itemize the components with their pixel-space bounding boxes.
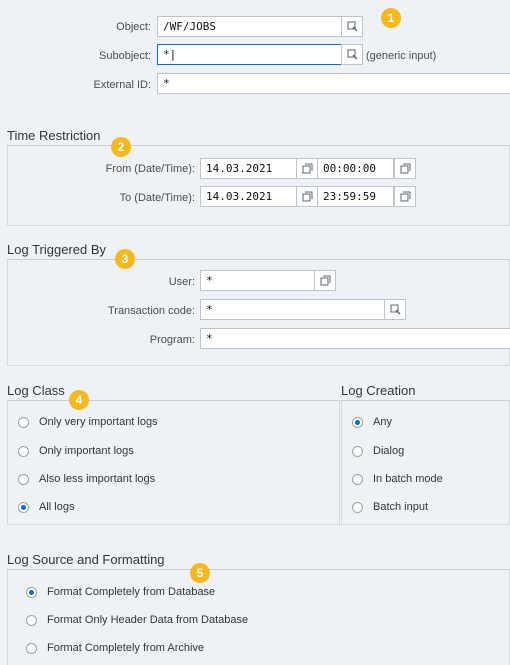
radio-button-selected — [26, 586, 37, 598]
radio-button — [26, 614, 37, 626]
radio-label: Only very important logs — [39, 416, 158, 428]
radio-button — [352, 501, 363, 513]
radio-label: In batch mode — [373, 473, 443, 485]
log-source-option-complete-db[interactable]: Format Completely from Database — [26, 586, 215, 598]
radio-label: Any — [373, 416, 392, 428]
transaction-code-value-help-button[interactable] — [384, 299, 406, 320]
log-source-title: Log Source and Formatting — [7, 552, 165, 567]
log-source-option-archive[interactable]: Format Completely from Archive — [26, 642, 204, 654]
generic-input-hint: (generic input) — [366, 50, 437, 62]
calendar-icon — [400, 163, 411, 174]
radio-button — [18, 473, 29, 485]
to-time-picker-button[interactable] — [394, 186, 416, 207]
log-creation-option-dialog[interactable]: Dialog — [352, 445, 404, 457]
annotation-badge-2: 2 — [111, 137, 131, 157]
to-date-input[interactable]: 14.03.2021 — [200, 186, 298, 207]
transaction-code-input[interactable]: * — [200, 299, 386, 320]
time-restriction-title: Time Restriction — [7, 128, 101, 143]
program-input[interactable]: * — [200, 328, 510, 349]
log-class-option-less-important[interactable]: Also less important logs — [18, 473, 155, 485]
from-date-input[interactable]: 14.03.2021 — [200, 158, 298, 179]
radio-label: Also less important logs — [39, 473, 156, 485]
user-input[interactable]: * — [200, 270, 316, 291]
radio-label: Dialog — [373, 445, 405, 457]
log-class-option-very-important[interactable]: Only very important logs — [18, 416, 158, 428]
from-time-picker-button[interactable] — [394, 158, 416, 179]
annotation-badge-4: 4 — [69, 390, 89, 410]
value-help-icon — [390, 304, 401, 315]
from-datetime-label: From (Date/Time): — [105, 163, 195, 175]
transaction-code-label: Transaction code: — [107, 305, 195, 317]
radio-button — [18, 416, 29, 428]
radio-label: Batch input — [373, 501, 429, 513]
value-help-icon — [347, 21, 358, 32]
object-label: Object: — [116, 21, 151, 33]
calendar-icon — [320, 275, 331, 286]
object-input[interactable]: /WF/JOBS — [157, 16, 342, 37]
calendar-icon — [302, 163, 313, 174]
log-class-title: Log Class — [7, 383, 65, 398]
radio-label: Only important logs — [39, 445, 134, 457]
subobject-value-help-button[interactable] — [341, 44, 363, 65]
log-triggered-by-title: Log Triggered By — [7, 242, 107, 257]
program-label: Program: — [149, 334, 195, 346]
from-date-picker-button[interactable] — [296, 158, 318, 179]
radio-button-selected — [18, 501, 29, 513]
radio-button — [26, 642, 37, 654]
annotation-badge-3: 3 — [115, 249, 135, 269]
annotation-badge-1: 1 — [381, 8, 401, 28]
annotation-badge-5: 5 — [190, 563, 210, 583]
user-value-help-button[interactable] — [314, 270, 336, 291]
log-class-option-all[interactable]: All logs — [18, 501, 74, 513]
log-creation-option-batch-input[interactable]: Batch input — [352, 501, 428, 513]
radio-button — [352, 445, 363, 457]
log-source-option-header-db[interactable]: Format Only Header Data from Database — [26, 614, 248, 626]
log-class-option-important[interactable]: Only important logs — [18, 445, 134, 457]
to-datetime-label: To (Date/Time): — [119, 192, 195, 204]
value-help-icon — [347, 49, 358, 60]
external-id-input[interactable]: * — [157, 73, 510, 94]
log-creation-option-batch-mode[interactable]: In batch mode — [352, 473, 443, 485]
object-value-help-button[interactable] — [341, 16, 363, 37]
radio-button-selected — [352, 416, 363, 428]
log-creation-title: Log Creation — [341, 383, 416, 398]
user-label: User: — [168, 276, 195, 288]
radio-label: Format Only Header Data from Database — [47, 614, 249, 626]
subobject-label: Subobject: — [99, 50, 151, 62]
calendar-icon — [400, 191, 411, 202]
from-time-input[interactable]: 00:00:00 — [317, 158, 394, 179]
subobject-input[interactable]: *| — [157, 44, 342, 65]
radio-label: Format Completely from Database — [47, 586, 216, 598]
to-date-picker-button[interactable] — [296, 186, 318, 207]
radio-label: All logs — [39, 501, 75, 513]
radio-button — [18, 445, 29, 457]
calendar-icon — [302, 191, 313, 202]
radio-button — [352, 473, 363, 485]
log-creation-option-any[interactable]: Any — [352, 416, 392, 428]
radio-label: Format Completely from Archive — [47, 642, 205, 654]
to-time-input[interactable]: 23:59:59 — [317, 186, 394, 207]
external-id-label: External ID: — [93, 79, 151, 91]
